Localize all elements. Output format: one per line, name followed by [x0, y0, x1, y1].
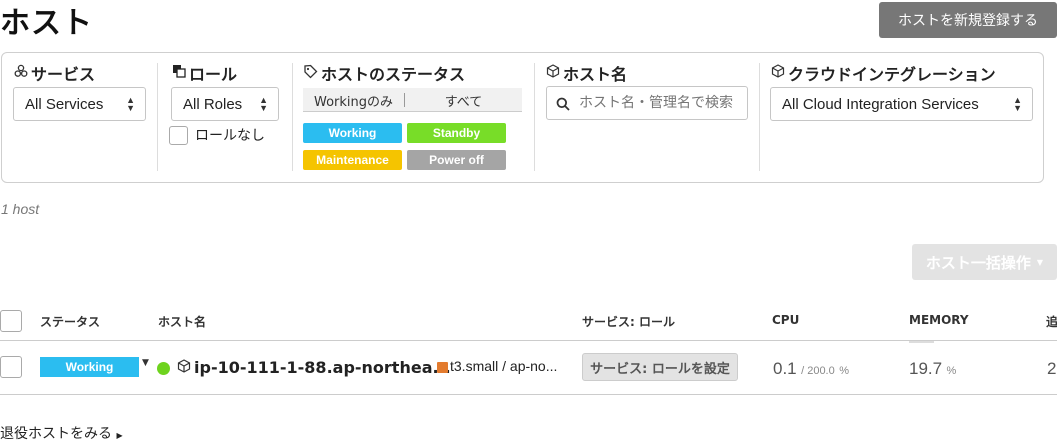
cloud-select[interactable]: All Cloud Integration Services ▲ ▼: [770, 87, 1033, 121]
header-service-role: サービス: ロール: [582, 315, 675, 329]
status-poweroff-badge[interactable]: Power off: [407, 150, 506, 170]
alive-indicator: [157, 362, 170, 375]
cube-icon: [177, 358, 191, 377]
memory-metric: 19.7 %: [909, 359, 956, 379]
caret-right-icon: ▶: [116, 431, 123, 440]
table-row: Working ▼ ip-10-111-1-88.ap-northea... t…: [0, 341, 1057, 395]
status-maintenance-badge[interactable]: Maintenance: [303, 150, 402, 170]
hostname-search-input[interactable]: [577, 93, 745, 113]
roles-filter: ロール All Roles ▲ ▼ ロールなし: [169, 53, 292, 182]
select-caret-icon: ▲ ▼: [259, 95, 268, 113]
filter-panel: サービス All Services ▲ ▼ ロール All Roles ▲ ▼ ロー…: [1, 52, 1044, 183]
chevron-down-icon: ▼: [1036, 257, 1044, 267]
hostname-search-box: [546, 86, 748, 120]
hostname-filter-title: ホスト名: [546, 61, 627, 85]
page-title: ホスト: [0, 6, 93, 41]
roles-icon: [172, 64, 186, 82]
memory-value: 19.7: [909, 359, 943, 378]
services-select[interactable]: All Services ▲ ▼: [13, 87, 146, 121]
select-all-checkbox[interactable]: [0, 310, 22, 332]
cpu-metric: 0.1 / 200.0 %: [773, 359, 849, 379]
host-link[interactable]: ip-10-111-1-88.ap-northea...: [177, 358, 451, 377]
set-service-role-button[interactable]: サービス: ロールを設定: [582, 353, 738, 381]
tab-all[interactable]: すべて: [405, 88, 522, 112]
header-next[interactable]: 追: [1046, 313, 1057, 330]
cloud-filter-title: クラウドインテグレーション: [771, 61, 996, 85]
tag-icon: [303, 64, 318, 83]
divider: [292, 63, 293, 171]
select-caret-icon: ▲ ▼: [126, 95, 135, 113]
header-memory[interactable]: MEMORY: [909, 313, 969, 327]
register-host-button[interactable]: ホストを新規登録する: [879, 2, 1057, 38]
status-working-badge[interactable]: Working: [303, 123, 402, 143]
aws-ec2-icon: [437, 362, 448, 373]
host-count: 1 host: [1, 201, 40, 217]
services-select-value: All Services: [25, 95, 104, 113]
header-hostname[interactable]: ホスト名: [158, 313, 206, 330]
divider: [534, 63, 535, 171]
cpu-value: 0.1: [773, 359, 797, 378]
services-icon: [14, 64, 28, 82]
host-name-text: ip-10-111-1-88.ap-northea...: [194, 358, 451, 377]
status-filter-label: ホストのステータス: [321, 65, 466, 84]
cpu-unit: %: [839, 365, 849, 377]
next-col-text: 2: [1047, 359, 1057, 378]
cpu-total: / 200.0: [801, 365, 835, 377]
cloud-filter-label: クラウドインテグレーション: [788, 65, 996, 84]
select-caret-icon: ▲ ▼: [1013, 95, 1022, 113]
next-col-value: 2: [1047, 359, 1056, 379]
services-filter-title: サービス: [14, 61, 95, 85]
status-standby-badge[interactable]: Standby: [407, 123, 506, 143]
retired-hosts-link[interactable]: 退役ホストをみる ▶: [0, 423, 123, 443]
services-filter-label: サービス: [31, 65, 96, 84]
table-header: ステータス ホスト名 サービス: ロール CPU MEMORY 追: [0, 308, 1057, 341]
cube-icon: [546, 64, 560, 82]
memory-unit: %: [946, 365, 957, 377]
services-filter: サービス All Services ▲ ▼: [13, 53, 154, 182]
roles-filter-title: ロール: [172, 61, 237, 85]
roles-select-value: All Roles: [183, 95, 243, 113]
hostname-filter-label: ホスト名: [563, 65, 628, 84]
cloud-filter: クラウドインテグレーション All Cloud Integration Serv…: [770, 53, 1041, 182]
row-checkbox[interactable]: [0, 356, 22, 378]
bulk-operation-button[interactable]: ホスト一括操作 ▼: [912, 244, 1057, 280]
status-filter-title: ホストのステータス: [303, 61, 465, 85]
status-tabs: Workingのみ すべて: [303, 88, 522, 112]
no-role-checkbox[interactable]: [169, 126, 188, 145]
instance-type: t3.small / ap-no...: [450, 358, 558, 374]
divider: [759, 63, 760, 171]
tab-working-only[interactable]: Workingのみ: [303, 88, 404, 112]
divider: [157, 63, 158, 171]
status-dropdown-icon[interactable]: ▼: [142, 358, 149, 368]
status-badge[interactable]: Working: [40, 357, 139, 377]
memory-bar: [909, 341, 934, 343]
no-role-label: ロールなし: [195, 128, 265, 144]
hostname-filter: ホスト名: [536, 53, 756, 182]
status-filter: ホストのステータス Workingのみ すべて Working Standby …: [303, 53, 525, 182]
roles-filter-label: ロール: [189, 65, 238, 84]
header-status[interactable]: ステータス: [40, 313, 100, 330]
header-cpu[interactable]: CPU: [772, 313, 799, 327]
bulk-operation-label: ホスト一括操作: [925, 253, 1031, 272]
roles-select[interactable]: All Roles ▲ ▼: [171, 87, 279, 121]
search-icon: [556, 97, 570, 111]
cloud-select-value: All Cloud Integration Services: [782, 95, 979, 113]
cube-icon: [771, 64, 785, 82]
